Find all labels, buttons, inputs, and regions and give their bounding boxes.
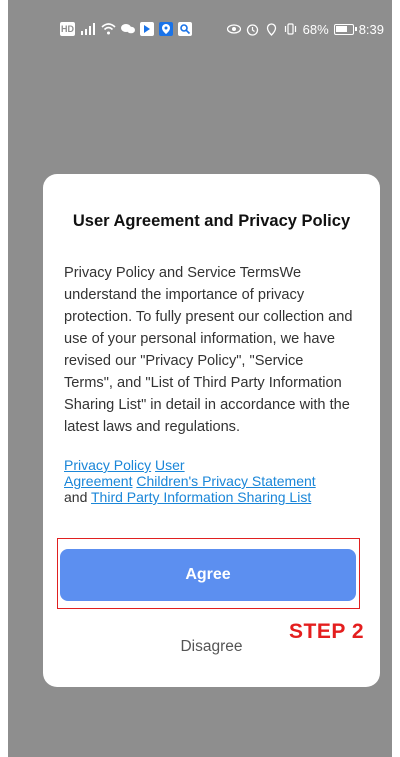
disagree-button[interactable]: Disagree: [43, 638, 380, 656]
battery-icon: [333, 23, 357, 35]
vibrate-icon: [284, 22, 298, 36]
location-icon: [159, 22, 173, 36]
eye-icon: [226, 22, 241, 36]
alarm-icon: [246, 22, 260, 36]
status-bar-right: 68% 8:39: [226, 21, 384, 37]
agree-button[interactable]: Agree: [60, 549, 356, 601]
chat-icon: [121, 22, 135, 36]
dialog-body-text[interactable]: Privacy Policy and Service TermsWe under…: [64, 262, 354, 442]
app-search-icon: [178, 22, 192, 36]
phone-screen: HD 68% 8:39 User Agreement and Privacy P…: [8, 0, 392, 757]
childrens-privacy-link[interactable]: Children's Privacy Statement: [136, 473, 315, 489]
status-bar-left: HD: [60, 22, 192, 36]
user-agreement-link-part1[interactable]: User: [155, 457, 185, 473]
app-icon: [140, 22, 154, 36]
battery-percent: 68%: [302, 21, 329, 37]
agreement-dialog: User Agreement and Privacy Policy Privac…: [43, 174, 380, 687]
clock: 8:39: [358, 21, 384, 37]
wifi-icon: [101, 22, 116, 36]
user-agreement-link-part2[interactable]: Agreement: [64, 473, 132, 489]
location-pin-icon: [265, 22, 279, 36]
dialog-title: User Agreement and Privacy Policy: [72, 212, 351, 230]
and-text: and: [64, 489, 88, 505]
privacy-policy-link[interactable]: Privacy Policy: [64, 457, 151, 473]
hd-icon: HD: [60, 22, 75, 36]
third-party-sharing-link[interactable]: Third Party Information Sharing List: [91, 489, 311, 505]
status-bar: HD 68% 8:39: [8, 0, 392, 58]
policy-links: Privacy Policy User Agreement Children's…: [64, 457, 364, 505]
signal-icon: [80, 22, 96, 36]
